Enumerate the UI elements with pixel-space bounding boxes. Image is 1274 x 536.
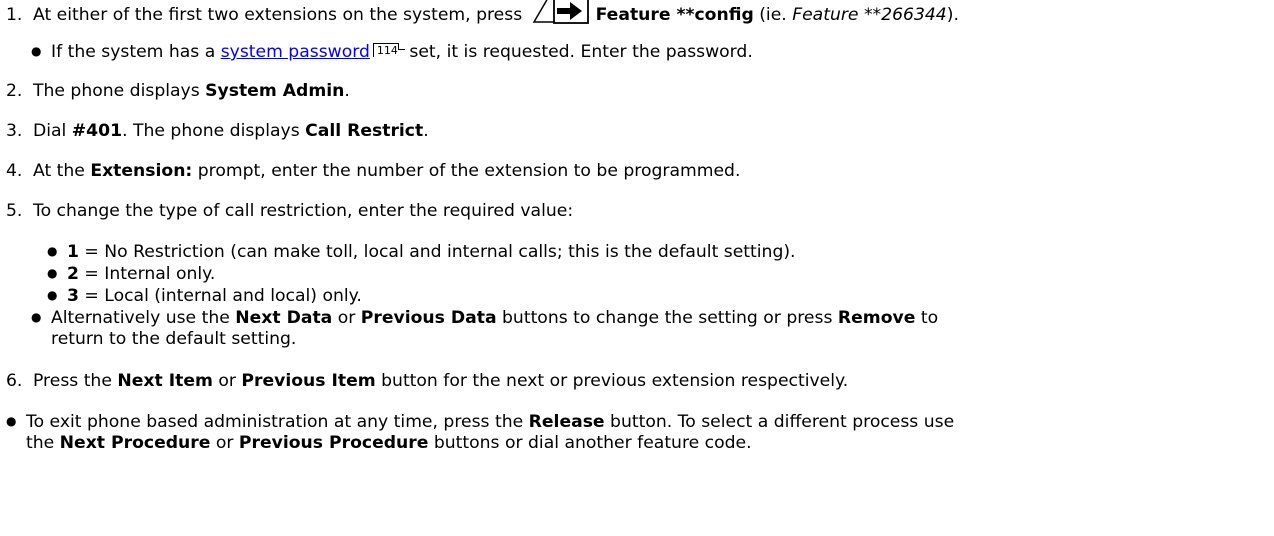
step-3-text: . The phone displays bbox=[122, 121, 306, 141]
step-1-text: ). bbox=[946, 5, 959, 25]
remove-label: Remove bbox=[837, 308, 916, 328]
page-reference-icon[interactable]: 114 bbox=[372, 43, 405, 57]
prompt-label: Extension: bbox=[90, 161, 193, 181]
step-1-text: At either of the first two extensions on… bbox=[33, 5, 523, 25]
restriction-option: ● 3 = Local (internal and local) only. bbox=[47, 284, 362, 307]
step-3: 3. Dial #401. The phone displays Call Res… bbox=[6, 120, 429, 142]
step-1-text: (ie. bbox=[753, 5, 793, 25]
alt-text: to bbox=[915, 308, 939, 328]
next-item-label: Next Item bbox=[117, 371, 213, 391]
bullet-icon: ● bbox=[47, 244, 58, 258]
step-number: 1. bbox=[6, 5, 23, 25]
option-text: = Internal only. bbox=[78, 264, 216, 284]
step-5-alternative-cont: return to the default setting. bbox=[51, 328, 296, 350]
step-3-text: Dial bbox=[33, 121, 72, 141]
step-number: 6. bbox=[6, 371, 23, 391]
feature-code: Feature **config bbox=[595, 5, 754, 25]
step-number: 2. bbox=[6, 81, 23, 101]
system-password-link[interactable]: system password bbox=[221, 42, 370, 62]
step-1: 1. At either of the first two extensions … bbox=[6, 0, 959, 33]
next-procedure-label: Next Procedure bbox=[59, 433, 211, 453]
footer-note-cont: the Next Procedure or Previous Procedure… bbox=[26, 432, 752, 454]
dial-code: #401 bbox=[71, 121, 123, 141]
footer-text: buttons or dial another feature code. bbox=[428, 433, 752, 453]
step-3-text: . bbox=[423, 121, 429, 141]
step-5: 5. To change the type of call restriction… bbox=[6, 200, 573, 222]
step-6-text: or bbox=[212, 371, 242, 391]
bullet-icon: ● bbox=[31, 310, 42, 324]
option-text: = Local (internal and local) only. bbox=[78, 286, 362, 306]
restriction-option: ● 2 = Internal only. bbox=[47, 262, 215, 285]
step-6-text: Press the bbox=[33, 371, 118, 391]
footer-text: or bbox=[210, 433, 239, 453]
previous-data-label: Previous Data bbox=[360, 308, 497, 328]
alt-text: return to the default setting. bbox=[51, 329, 297, 349]
alt-text: or bbox=[332, 308, 361, 328]
footer-text: button. To select a different process us… bbox=[604, 412, 955, 432]
bullet-icon: ● bbox=[31, 44, 42, 58]
step-5-text: To change the type of call restriction, … bbox=[33, 201, 574, 221]
step-4-text: prompt, enter the number of the extensio… bbox=[192, 161, 741, 181]
step-4-text: At the bbox=[33, 161, 91, 181]
previous-procedure-label: Previous Procedure bbox=[238, 433, 429, 453]
footer-note: ● To exit phone based administration at a… bbox=[6, 410, 954, 433]
step-2-text: . bbox=[344, 81, 350, 101]
option-text: = No Restriction (can make toll, local a… bbox=[78, 242, 796, 262]
display-text: Call Restrict bbox=[305, 121, 424, 141]
feature-code-example: Feature **266344 bbox=[792, 5, 947, 25]
step-2-text: The phone displays bbox=[33, 81, 206, 101]
step-1-sub-bullet: ● If the system has a system password 114 … bbox=[31, 40, 753, 63]
option-key: 1 bbox=[67, 242, 79, 262]
step-number: 5. bbox=[6, 201, 23, 221]
step-number: 4. bbox=[6, 161, 23, 181]
option-key: 3 bbox=[67, 286, 79, 306]
release-label: Release bbox=[528, 412, 605, 432]
alt-text: Alternatively use the bbox=[51, 308, 236, 328]
previous-item-label: Previous Item bbox=[241, 371, 376, 391]
restriction-option: ● 1 = No Restriction (can make toll, loca… bbox=[47, 240, 796, 263]
feature-button-icon bbox=[532, 0, 589, 24]
step-number: 3. bbox=[6, 121, 23, 141]
next-data-label: Next Data bbox=[235, 308, 333, 328]
step-5-alternative: ● Alternatively use the Next Data or Prev… bbox=[31, 306, 938, 329]
step-2: 2. The phone displays System Admin. bbox=[6, 80, 350, 102]
footer-text: the bbox=[26, 433, 60, 453]
bullet-icon: ● bbox=[47, 266, 58, 280]
page-fold-icon bbox=[397, 43, 405, 50]
step-4: 4. At the Extension: prompt, enter the nu… bbox=[6, 160, 740, 182]
display-text: System Admin bbox=[205, 81, 345, 101]
sub-bullet-text: If the system has a bbox=[51, 42, 221, 62]
option-key: 2 bbox=[67, 264, 79, 284]
step-6-text: button for the next or previous extensio… bbox=[375, 371, 849, 391]
document-page: 1. At either of the first two extensions … bbox=[0, 0, 1274, 536]
step-6: 6. Press the Next Item or Previous Item b… bbox=[6, 370, 848, 392]
bullet-icon: ● bbox=[6, 414, 17, 428]
alt-text: buttons to change the setting or press bbox=[496, 308, 838, 328]
footer-text: To exit phone based administration at an… bbox=[26, 412, 529, 432]
sub-bullet-text: set, it is requested. Enter the password… bbox=[403, 42, 753, 62]
page-reference-number: 114 bbox=[376, 44, 398, 57]
bullet-icon: ● bbox=[47, 288, 58, 302]
